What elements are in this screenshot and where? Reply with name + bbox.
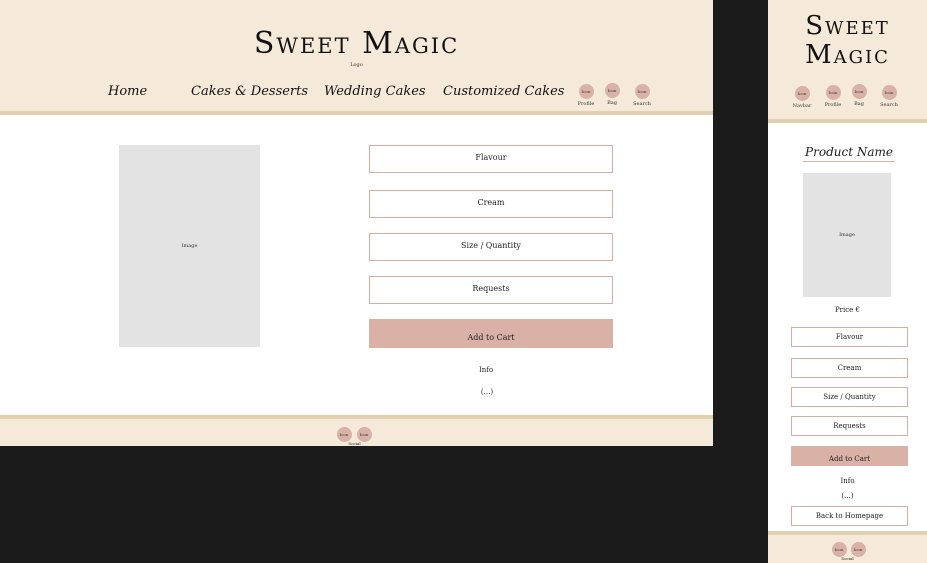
bag-label: Bag xyxy=(854,101,864,107)
navbar-button[interactable]: Icon Navbar xyxy=(789,86,815,109)
mobile-header: Sweet Magic Icon Navbar Icon Profile Ico… xyxy=(768,0,927,123)
nav-customized-cakes[interactable]: Customized Cakes xyxy=(443,84,564,99)
social-link-2[interactable]: Icon xyxy=(351,427,377,442)
logo-caption: Logo xyxy=(350,62,363,68)
desktop-header: Sweet Magic Logo Home Cakes & Desserts W… xyxy=(0,0,713,115)
search-button[interactable]: Icon Search xyxy=(629,84,655,107)
info-body: (...) xyxy=(480,388,494,396)
info-body-mobile: (...) xyxy=(841,492,854,500)
flavour-select-mobile[interactable]: Flavour xyxy=(791,327,908,347)
size-quantity-select-mobile[interactable]: Size / Quantity xyxy=(791,387,908,407)
nav-cakes-desserts[interactable]: Cakes & Desserts xyxy=(191,84,308,99)
bag-icon: Icon xyxy=(604,83,620,98)
search-button-mobile[interactable]: Icon Search xyxy=(876,85,902,108)
image-caption: Image xyxy=(839,232,855,238)
menu-icon: Icon xyxy=(794,86,810,101)
requests-field[interactable]: Requests xyxy=(369,276,613,304)
product-name: Product Name xyxy=(803,145,895,162)
profile-icon: Icon xyxy=(825,85,841,100)
social-label: Social xyxy=(348,441,361,446)
social-icon: Icon xyxy=(850,542,866,557)
flavour-select[interactable]: Flavour xyxy=(369,145,613,173)
nav-wedding-cakes[interactable]: Wedding Cakes xyxy=(324,84,426,99)
brand-logo-mobile[interactable]: Sweet Magic xyxy=(768,12,927,70)
navbar-label: Navbar xyxy=(792,103,812,109)
bag-icon: Icon xyxy=(851,84,867,99)
cream-select[interactable]: Cream xyxy=(369,190,613,218)
search-icon: Icon xyxy=(881,85,897,100)
bag-button[interactable]: Icon Bag xyxy=(599,83,625,106)
product-image-mobile: Image xyxy=(803,173,891,297)
desktop-mockup: Sweet Magic Logo Home Cakes & Desserts W… xyxy=(0,0,713,446)
search-icon: Icon xyxy=(634,84,650,99)
info-heading: Info xyxy=(478,366,494,374)
bag-button-mobile[interactable]: Icon Bag xyxy=(846,84,872,107)
profile-button-mobile[interactable]: Icon Profile xyxy=(820,85,846,108)
bag-label: Bag xyxy=(607,100,617,106)
brand-logo[interactable]: Sweet Magic xyxy=(0,26,713,61)
profile-button[interactable]: Icon Profile xyxy=(573,84,599,107)
add-to-cart-button-mobile[interactable]: Add to Cart xyxy=(791,446,908,466)
cream-select-mobile[interactable]: Cream xyxy=(791,358,908,378)
search-label: Search xyxy=(633,101,651,107)
back-to-homepage-button[interactable]: Back to Homepage xyxy=(791,506,908,526)
desktop-footer: Icon Icon Social xyxy=(0,415,713,446)
profile-label: Profile xyxy=(577,101,595,107)
nav-home[interactable]: Home xyxy=(108,84,147,99)
social-link-2-mobile[interactable]: Icon xyxy=(845,542,871,557)
social-icon: Icon xyxy=(356,427,372,442)
info-heading-mobile: Info xyxy=(840,477,855,485)
add-to-cart-button[interactable]: Add to Cart xyxy=(369,319,613,348)
image-caption: Image xyxy=(181,243,198,249)
profile-label: Profile xyxy=(824,102,842,108)
requests-field-mobile[interactable]: Requests xyxy=(791,416,908,436)
profile-icon: Icon xyxy=(578,84,594,99)
size-quantity-select[interactable]: Size / Quantity xyxy=(369,233,613,261)
mobile-footer: Icon Icon Social xyxy=(768,531,927,563)
mobile-mockup: Sweet Magic Icon Navbar Icon Profile Ico… xyxy=(768,0,927,563)
product-image: Image xyxy=(119,145,260,347)
social-label-mobile: Social xyxy=(841,556,854,561)
search-label: Search xyxy=(880,102,898,108)
social-icon: Icon xyxy=(336,427,352,442)
product-price: Price € xyxy=(834,306,861,314)
